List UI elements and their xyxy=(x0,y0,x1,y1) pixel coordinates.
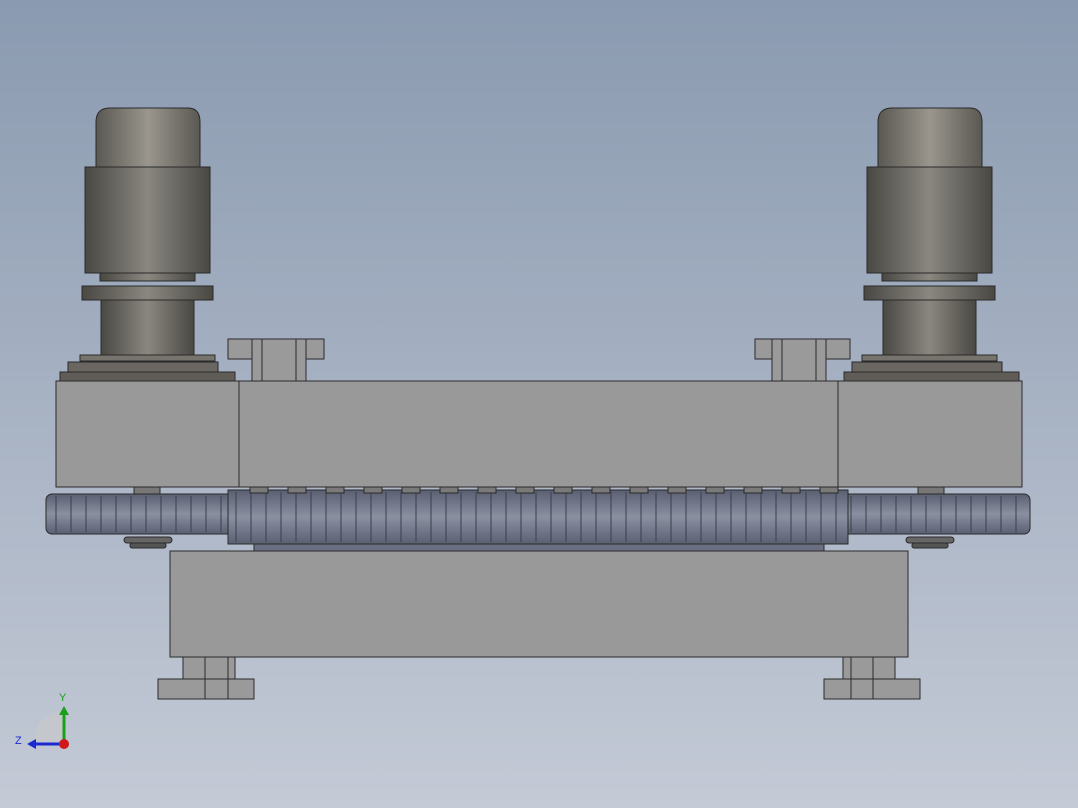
bolt-head xyxy=(705,486,725,494)
bolt-head xyxy=(401,486,421,494)
bolt-head xyxy=(781,486,801,494)
bolt-head xyxy=(591,486,611,494)
bolt-head xyxy=(629,486,649,494)
y-arrow-icon xyxy=(59,706,69,715)
upper-plate xyxy=(55,380,1023,488)
bolt-head xyxy=(743,486,763,494)
top-right-bracket xyxy=(754,338,851,382)
lower-plate xyxy=(169,550,909,658)
right-motor xyxy=(843,107,1020,382)
bolt-head xyxy=(477,486,497,494)
bolt-head xyxy=(287,486,307,494)
origin-icon xyxy=(59,739,69,749)
assembly-model: Y Z xyxy=(15,107,1031,749)
bolt-head xyxy=(439,486,459,494)
y-axis-label: Y xyxy=(59,692,67,704)
bolt-head xyxy=(363,486,383,494)
bolt-head xyxy=(553,486,573,494)
bolt-head xyxy=(515,486,535,494)
triad-plane-icon xyxy=(34,711,64,741)
orientation-triad[interactable]: Y Z xyxy=(15,692,69,749)
gear-train xyxy=(45,486,1031,553)
top-left-bracket xyxy=(227,338,325,382)
z-arrow-icon xyxy=(27,739,36,749)
left-motor xyxy=(59,107,236,382)
bottom-right-bracket xyxy=(823,656,921,700)
cad-viewport[interactable]: Y Z xyxy=(0,0,1078,808)
bolt-head xyxy=(819,486,839,494)
bolt-head xyxy=(667,486,687,494)
bottom-left-bracket xyxy=(157,656,255,700)
bolt-head xyxy=(249,486,269,494)
z-axis-label: Z xyxy=(15,735,22,747)
bolt-head xyxy=(325,486,345,494)
